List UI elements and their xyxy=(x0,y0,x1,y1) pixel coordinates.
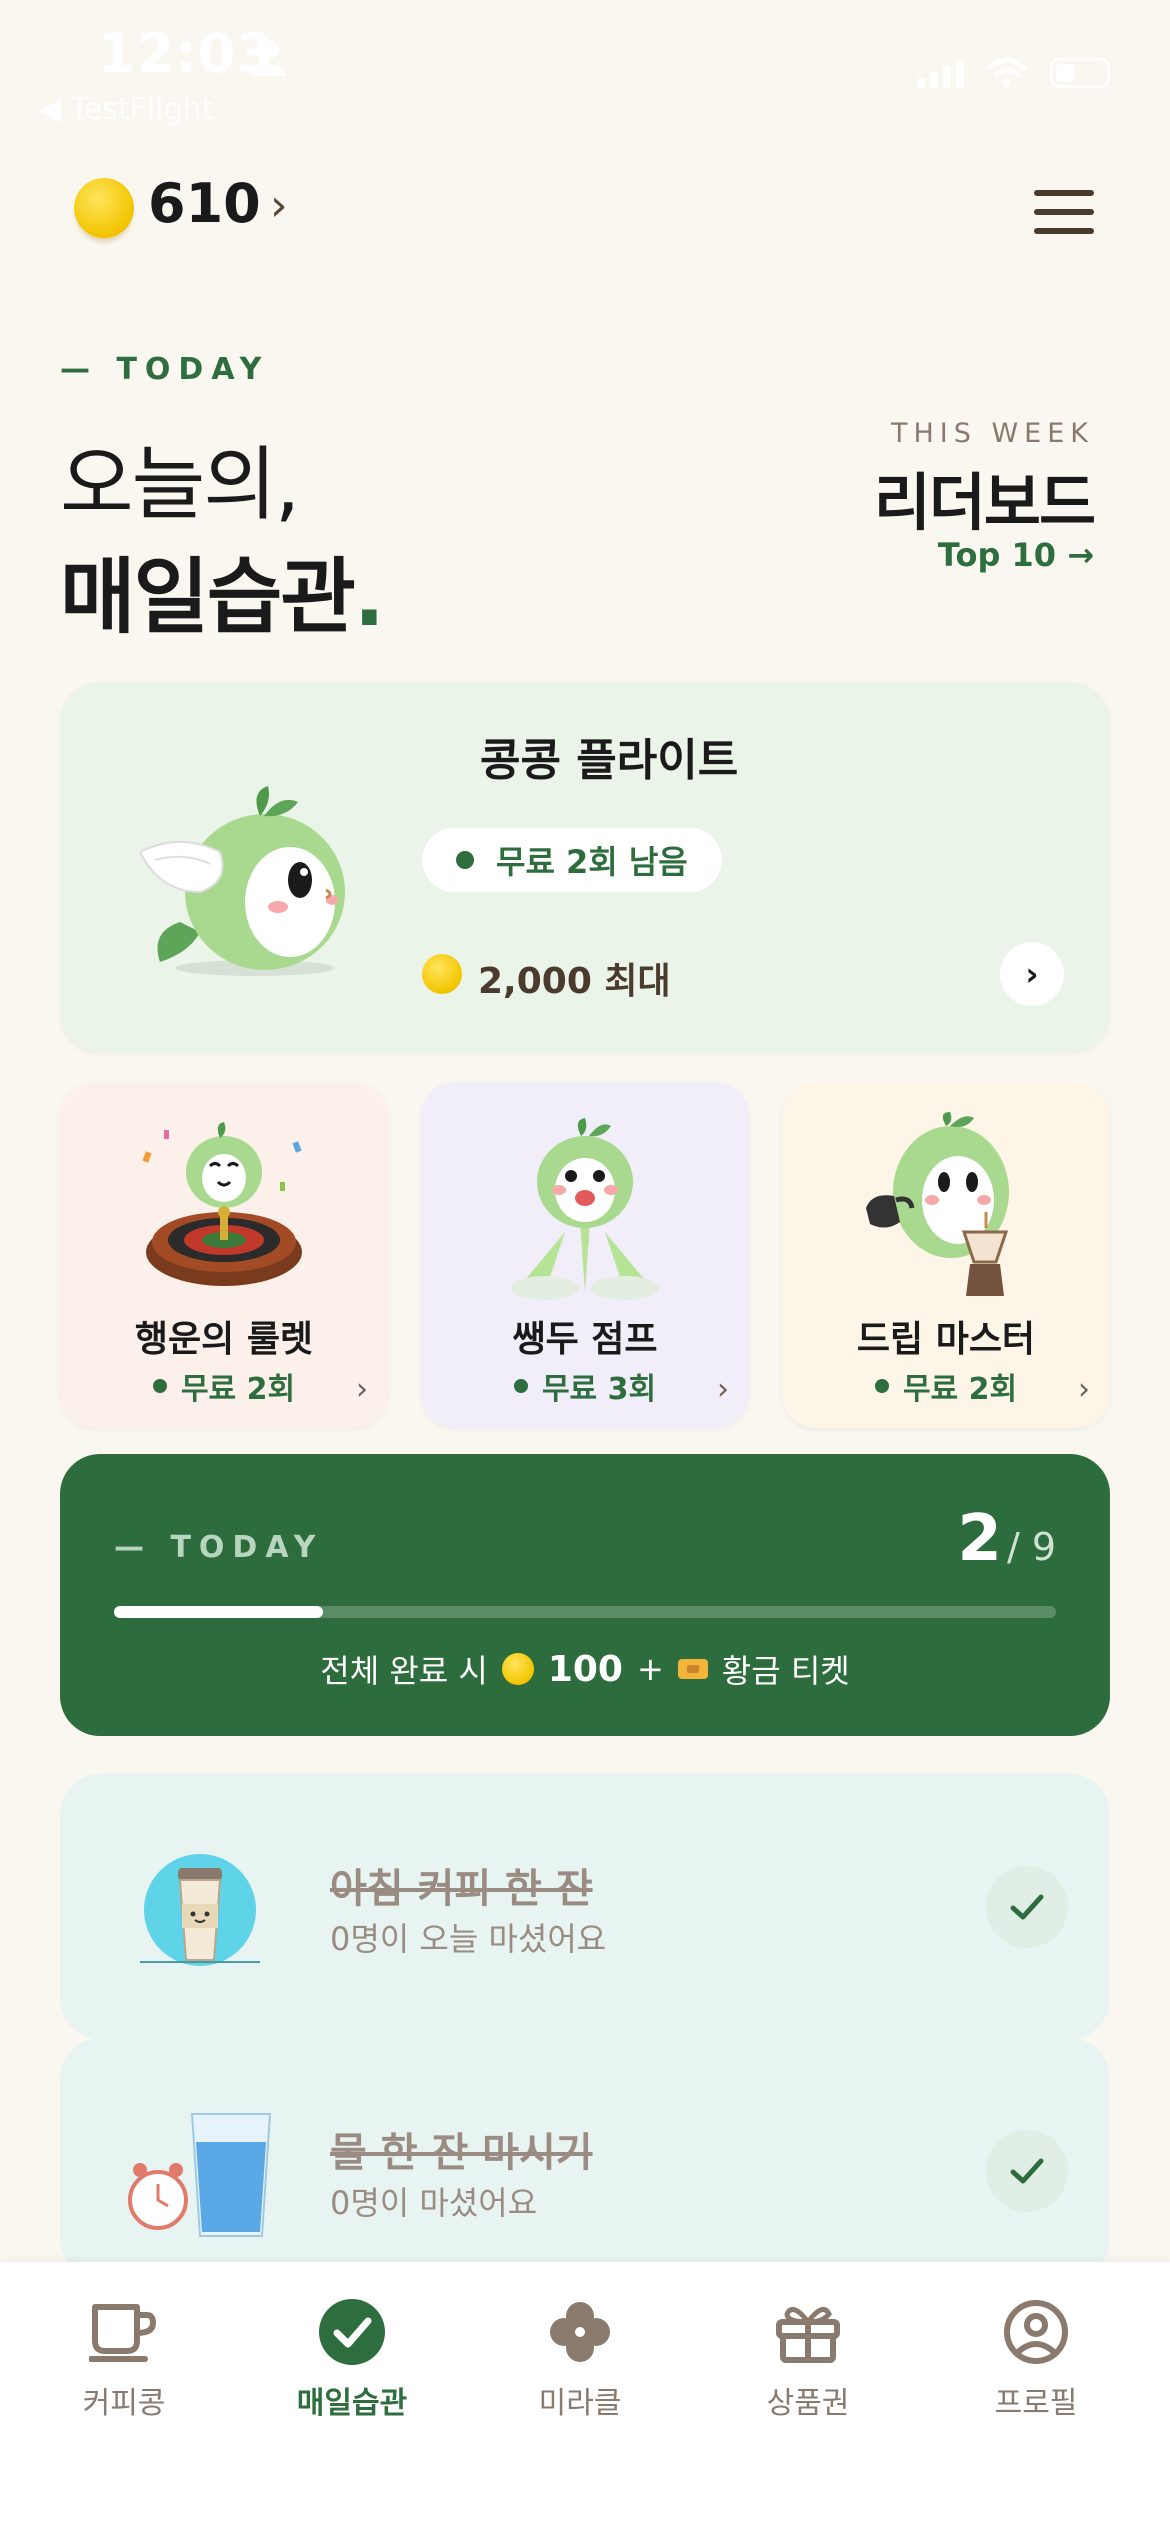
habit-card-water[interactable]: 물 한 잔 마시기 0명이 마셨어요 xyxy=(60,2038,1110,2278)
leaderboard-title[interactable]: 리더보드 xyxy=(874,452,1096,542)
habit-subtitle: 0명이 마셨어요 xyxy=(330,2184,538,2222)
gift-icon xyxy=(776,2307,840,2363)
tab-miracle[interactable]: 미라클 xyxy=(480,2292,680,2422)
signal-icon xyxy=(917,60,964,88)
tab-profile[interactable]: 프로필 xyxy=(936,2292,1136,2422)
mini-game-card-roulette[interactable]: 행운의 룰렛 무료 2회 › xyxy=(60,1082,388,1428)
mini-game-free-count: 무료 2회 xyxy=(60,1364,388,1408)
mini-game-title: 행운의 룰렛 xyxy=(134,1319,314,1360)
jump-character-icon xyxy=(511,1118,659,1300)
daily-progress-card: — TODAY 2 / 9 전체 완료 시 100 + 황금 티켓 xyxy=(60,1454,1110,1736)
reward-prefix: 전체 완료 시 xyxy=(320,1652,488,1690)
chevron-right-icon: › xyxy=(356,1372,368,1407)
feature-game-title: 콩콩 플라이트 xyxy=(480,735,739,786)
wifi-icon xyxy=(986,57,1028,87)
roulette-character-icon xyxy=(142,1122,302,1286)
habit-title: 아침 커피 한 잔 xyxy=(330,1866,593,1912)
today-tag: — TODAY xyxy=(60,352,270,387)
coin-icon[interactable] xyxy=(74,178,134,238)
tab-label: 매일습관 xyxy=(296,2386,408,2421)
page-title-text: 매일습관 xyxy=(60,550,356,645)
mini-game-title: 쌩두 점프 xyxy=(512,1319,658,1360)
tab-label: 미라클 xyxy=(538,2386,622,2421)
check-icon xyxy=(1010,1894,1044,1920)
progress-done: 2 xyxy=(957,1502,1002,1576)
menu-button[interactable] xyxy=(1034,190,1094,234)
reward-plus: + xyxy=(636,1650,664,1688)
chevron-right-icon: › xyxy=(1078,1372,1090,1407)
clover-icon xyxy=(550,2302,610,2362)
title-dot: . xyxy=(353,550,385,645)
progress-bar xyxy=(114,1606,1056,1618)
coffee-cup-character-icon xyxy=(140,1854,260,1966)
check-icon xyxy=(1010,2158,1044,2184)
status-time: 12:03 xyxy=(98,22,275,85)
mini-game-card-jump[interactable]: 쌩두 점프 무료 3회 › xyxy=(421,1082,749,1428)
tab-label: 프로필 xyxy=(994,2386,1078,2421)
mini-game-free-text: 무료 2회 xyxy=(180,1372,296,1407)
leaderboard-top10-link[interactable]: Top 10 → xyxy=(938,536,1094,574)
habit-check-button[interactable] xyxy=(986,1866,1068,1948)
back-to-testflight-link[interactable]: ◀ TestFlight xyxy=(38,92,213,127)
habit-title: 물 한 잔 마시기 xyxy=(330,2130,593,2176)
tab-daily-habit[interactable]: 매일습관 xyxy=(252,2292,452,2422)
check-circle-icon xyxy=(319,2299,385,2365)
reward-ticket: 황금 티켓 xyxy=(721,1652,850,1690)
page-title-line2: 매일습관. xyxy=(60,530,385,649)
chevron-right-icon: › xyxy=(717,1372,729,1407)
feature-game-max-reward: 2,000 최대 xyxy=(478,961,671,1002)
page-title-line1: 오늘의, xyxy=(60,438,300,531)
coin-balance[interactable]: 610 xyxy=(148,172,261,235)
mini-game-card-drip[interactable]: 드립 마스터 무료 2회 › xyxy=(782,1082,1110,1428)
feature-game-go-button[interactable]: › xyxy=(1000,942,1064,1006)
person-icon xyxy=(254,40,286,76)
tab-label: 상품권 xyxy=(766,2386,850,2421)
tab-coffee[interactable]: 커피콩 xyxy=(24,2292,224,2422)
habit-subtitle: 0명이 오늘 마셨어요 xyxy=(330,1920,607,1958)
reward-coins: 100 xyxy=(547,1648,623,1690)
ticket-icon xyxy=(677,1659,708,1679)
battery-icon xyxy=(1050,58,1110,88)
mini-game-title: 드립 마스터 xyxy=(856,1319,1036,1360)
completion-reward: 전체 완료 시 100 + 황금 티켓 xyxy=(60,1646,1110,1692)
habit-check-button[interactable] xyxy=(986,2130,1068,2212)
bird-character-icon xyxy=(140,786,345,976)
leaderboard-tag: THIS WEEK xyxy=(890,418,1094,449)
coin-icon xyxy=(501,1653,534,1685)
user-circle-icon xyxy=(1004,2300,1068,2364)
coin-balance-chevron-icon[interactable]: › xyxy=(270,180,288,231)
coin-icon xyxy=(422,954,462,994)
status-icons xyxy=(917,56,1110,88)
status-dot-icon xyxy=(152,1379,167,1393)
tab-bar: 커피콩 매일습관 미라클 상품권 프로필 xyxy=(0,2262,1170,2532)
status-dot-icon xyxy=(513,1379,528,1393)
tab-gift-card[interactable]: 상품권 xyxy=(708,2292,908,2422)
status-dot-icon xyxy=(874,1379,889,1393)
feature-game-free-badge: 무료 2회 남음 xyxy=(422,828,722,892)
mini-game-free-text: 무료 3회 xyxy=(541,1372,657,1407)
mini-game-free-count: 무료 3회 xyxy=(421,1364,749,1408)
mini-game-free-count: 무료 2회 xyxy=(782,1364,1110,1408)
progress-count: 2 / 9 xyxy=(957,1502,1056,1576)
progress-tag: — TODAY xyxy=(114,1530,324,1565)
water-glass-icon xyxy=(128,2113,272,2237)
tab-label: 커피콩 xyxy=(82,2386,166,2421)
feature-game-free-text: 무료 2회 남음 xyxy=(496,843,688,881)
mini-game-free-text: 무료 2회 xyxy=(902,1372,1018,1407)
feature-game-card[interactable]: 콩콩 플라이트 무료 2회 남음 2,000 최대 › xyxy=(60,682,1110,1052)
habit-card-coffee[interactable]: 아침 커피 한 잔 0명이 오늘 마셨어요 xyxy=(60,1774,1110,2039)
progress-total: / 9 xyxy=(1006,1525,1056,1569)
progress-bar-fill xyxy=(114,1606,324,1618)
drip-character-icon xyxy=(866,1112,1009,1296)
coffee-cup-icon xyxy=(89,2304,157,2362)
status-dot-icon xyxy=(456,851,474,869)
